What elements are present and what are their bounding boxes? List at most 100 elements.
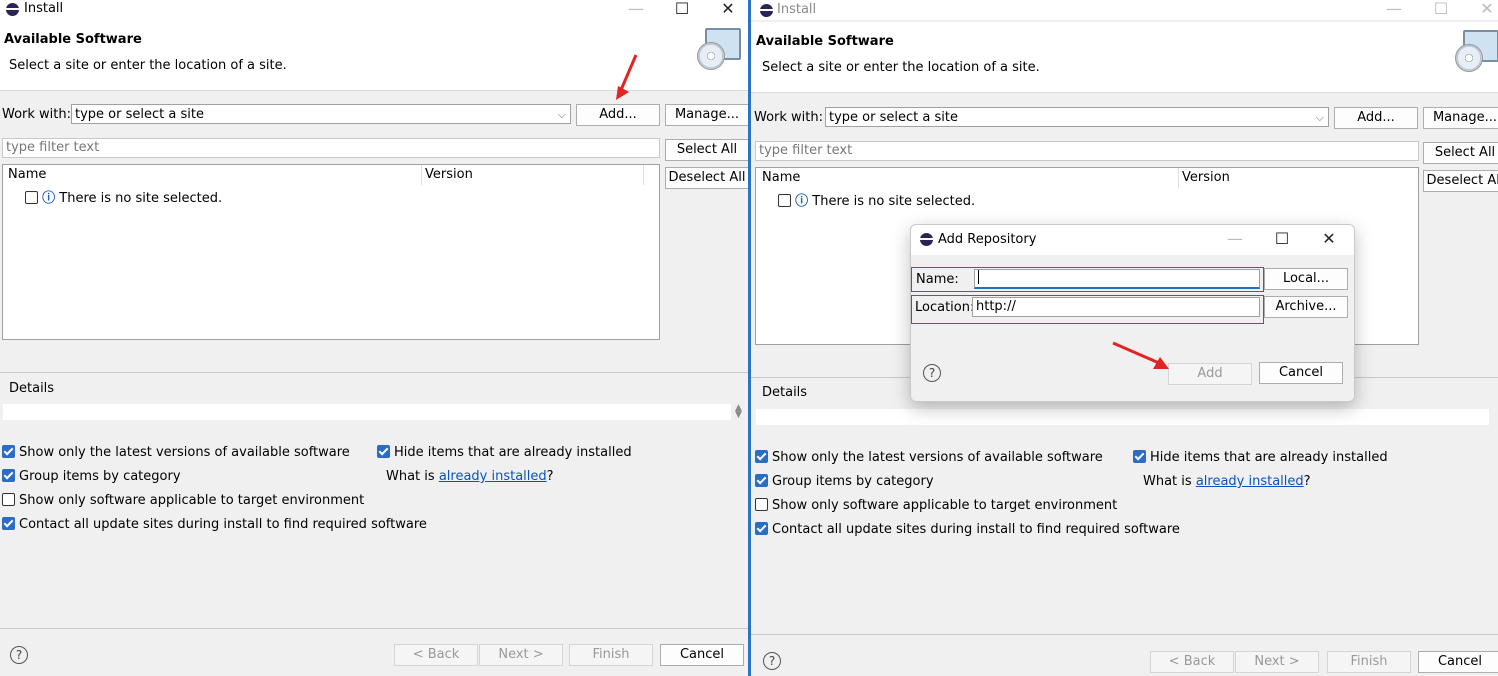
install-cd-icon bbox=[697, 28, 741, 70]
select-all-button[interactable]: Select All bbox=[665, 139, 748, 161]
close-button[interactable]: ✕ bbox=[714, 0, 742, 20]
filter-input[interactable]: type filter text bbox=[755, 141, 1419, 161]
details-field bbox=[3, 404, 731, 420]
title-bar: Install — ☐ ✕ bbox=[0, 0, 748, 20]
checkbox-checked[interactable] bbox=[755, 474, 768, 487]
minimize-button[interactable]: — bbox=[1221, 230, 1249, 250]
help-icon[interactable]: ? bbox=[10, 646, 28, 664]
back-button[interactable]: < Back bbox=[1150, 651, 1234, 673]
option-latest-versions[interactable]: Show only the latest versions of availab… bbox=[2, 445, 350, 460]
already-installed-link[interactable]: already installed bbox=[1196, 474, 1304, 489]
already-installed-link[interactable]: already installed bbox=[439, 469, 547, 484]
location-input[interactable]: http:// bbox=[972, 297, 1260, 317]
manage-button[interactable]: Manage... bbox=[1423, 107, 1498, 129]
tree-item-checkbox[interactable] bbox=[778, 194, 791, 207]
work-with-label: Work with: bbox=[754, 110, 824, 125]
checkbox-checked[interactable] bbox=[2, 445, 15, 458]
software-tree[interactable]: Name Version ⓘ There is no site selected… bbox=[2, 164, 660, 340]
deselect-all-button[interactable]: Deselect All bbox=[1423, 170, 1498, 192]
install-cd-icon bbox=[1455, 30, 1498, 72]
next-button[interactable]: Next > bbox=[1235, 651, 1319, 673]
checkbox-checked[interactable] bbox=[755, 522, 768, 535]
back-button[interactable]: < Back bbox=[394, 644, 478, 666]
archive-button[interactable]: Archive... bbox=[1264, 296, 1348, 318]
filter-input[interactable]: type filter text bbox=[2, 138, 660, 158]
window-title: Install bbox=[777, 2, 817, 17]
finish-button[interactable]: Finish bbox=[1327, 651, 1411, 673]
help-icon[interactable]: ? bbox=[763, 652, 781, 670]
close-button[interactable]: ✕ bbox=[1315, 230, 1343, 250]
scroll-arrows-icon[interactable]: ▲ ▼ bbox=[735, 404, 742, 420]
cancel-button[interactable]: Cancel bbox=[1418, 651, 1498, 673]
checkbox-checked[interactable] bbox=[377, 445, 390, 458]
column-separator bbox=[421, 165, 422, 185]
tree-item[interactable]: ⓘ There is no site selected. bbox=[778, 190, 975, 209]
minimize-button[interactable]: — bbox=[1380, 0, 1408, 20]
page-subtitle: Select a site or enter the location of a… bbox=[762, 60, 1040, 75]
annotation-arrow bbox=[1112, 341, 1169, 369]
close-button[interactable]: ✕ bbox=[1473, 0, 1498, 20]
add-repository-dialog: Add Repository — ☐ ✕ Name: Local... Loca… bbox=[910, 224, 1355, 402]
option-target-environment[interactable]: Show only software applicable to target … bbox=[755, 498, 1117, 513]
page-subtitle: Select a site or enter the location of a… bbox=[9, 58, 287, 73]
title-bar: Install — ☐ ✕ bbox=[751, 0, 1498, 20]
column-separator bbox=[1178, 168, 1179, 188]
finish-button[interactable]: Finish bbox=[569, 644, 653, 666]
column-version[interactable]: Version bbox=[425, 167, 473, 182]
checkbox-checked[interactable] bbox=[1133, 450, 1146, 463]
checkbox-checked[interactable] bbox=[2, 517, 15, 530]
option-contact-all-sites[interactable]: Contact all update sites during install … bbox=[2, 517, 427, 532]
option-target-environment[interactable]: Show only software applicable to target … bbox=[2, 493, 364, 508]
what-is-installed: What is already installed? bbox=[386, 469, 554, 484]
page-title: Available Software bbox=[756, 34, 894, 49]
dialog-add-button[interactable]: Add bbox=[1168, 363, 1252, 385]
maximize-button[interactable]: ☐ bbox=[1268, 230, 1296, 250]
dialog-cancel-button[interactable]: Cancel bbox=[1259, 362, 1343, 384]
option-hide-installed[interactable]: Hide items that are already installed bbox=[1133, 450, 1388, 465]
checkbox-checked[interactable] bbox=[2, 469, 15, 482]
details-label: Details bbox=[9, 381, 55, 396]
footer-separator bbox=[751, 634, 1498, 635]
manage-button[interactable]: Manage... bbox=[665, 104, 748, 126]
name-input[interactable] bbox=[974, 269, 1260, 289]
column-name[interactable]: Name bbox=[762, 170, 800, 185]
info-icon: ⓘ bbox=[42, 191, 56, 206]
deselect-all-button[interactable]: Deselect All bbox=[665, 167, 748, 189]
column-separator bbox=[643, 165, 644, 185]
local-button[interactable]: Local... bbox=[1264, 268, 1348, 290]
select-all-button[interactable]: Select All bbox=[1423, 142, 1498, 164]
work-with-combo[interactable]: type or select a site ⌵ bbox=[825, 107, 1329, 127]
what-is-installed: What is already installed? bbox=[1143, 474, 1311, 489]
add-site-button[interactable]: Add... bbox=[576, 104, 660, 126]
minimize-button[interactable]: — bbox=[622, 0, 650, 20]
dialog-title: Add Repository bbox=[938, 232, 1037, 247]
option-group-by-category[interactable]: Group items by category bbox=[755, 474, 934, 489]
add-site-button[interactable]: Add... bbox=[1334, 107, 1418, 129]
cancel-button[interactable]: Cancel bbox=[660, 644, 744, 666]
help-icon[interactable]: ? bbox=[923, 364, 941, 382]
option-group-by-category[interactable]: Group items by category bbox=[2, 469, 181, 484]
eclipse-icon bbox=[920, 233, 933, 246]
work-with-value: type or select a site bbox=[75, 107, 204, 122]
checkbox-unchecked[interactable] bbox=[2, 493, 15, 506]
column-name[interactable]: Name bbox=[8, 167, 46, 182]
maximize-button[interactable]: ☐ bbox=[1427, 0, 1455, 20]
install-window-left: Install — ☐ ✕ Available Software Select … bbox=[0, 0, 748, 676]
option-hide-installed[interactable]: Hide items that are already installed bbox=[377, 445, 632, 460]
work-with-combo[interactable]: type or select a site ⌵ bbox=[71, 104, 571, 124]
column-version[interactable]: Version bbox=[1182, 170, 1230, 185]
option-contact-all-sites[interactable]: Contact all update sites during install … bbox=[755, 522, 1180, 537]
option-latest-versions[interactable]: Show only the latest versions of availab… bbox=[755, 450, 1103, 465]
next-button[interactable]: Next > bbox=[479, 644, 563, 666]
tree-item-checkbox[interactable] bbox=[25, 191, 38, 204]
maximize-button[interactable]: ☐ bbox=[668, 0, 696, 20]
chevron-down-icon: ⌵ bbox=[1315, 111, 1324, 124]
details-separator bbox=[0, 372, 748, 373]
eclipse-icon bbox=[6, 3, 19, 16]
work-with-label: Work with: bbox=[2, 107, 72, 122]
window-title: Install bbox=[24, 1, 64, 16]
checkbox-unchecked[interactable] bbox=[755, 498, 768, 511]
footer-separator bbox=[0, 628, 748, 629]
checkbox-checked[interactable] bbox=[755, 450, 768, 463]
tree-item[interactable]: ⓘ There is no site selected. bbox=[25, 187, 222, 206]
